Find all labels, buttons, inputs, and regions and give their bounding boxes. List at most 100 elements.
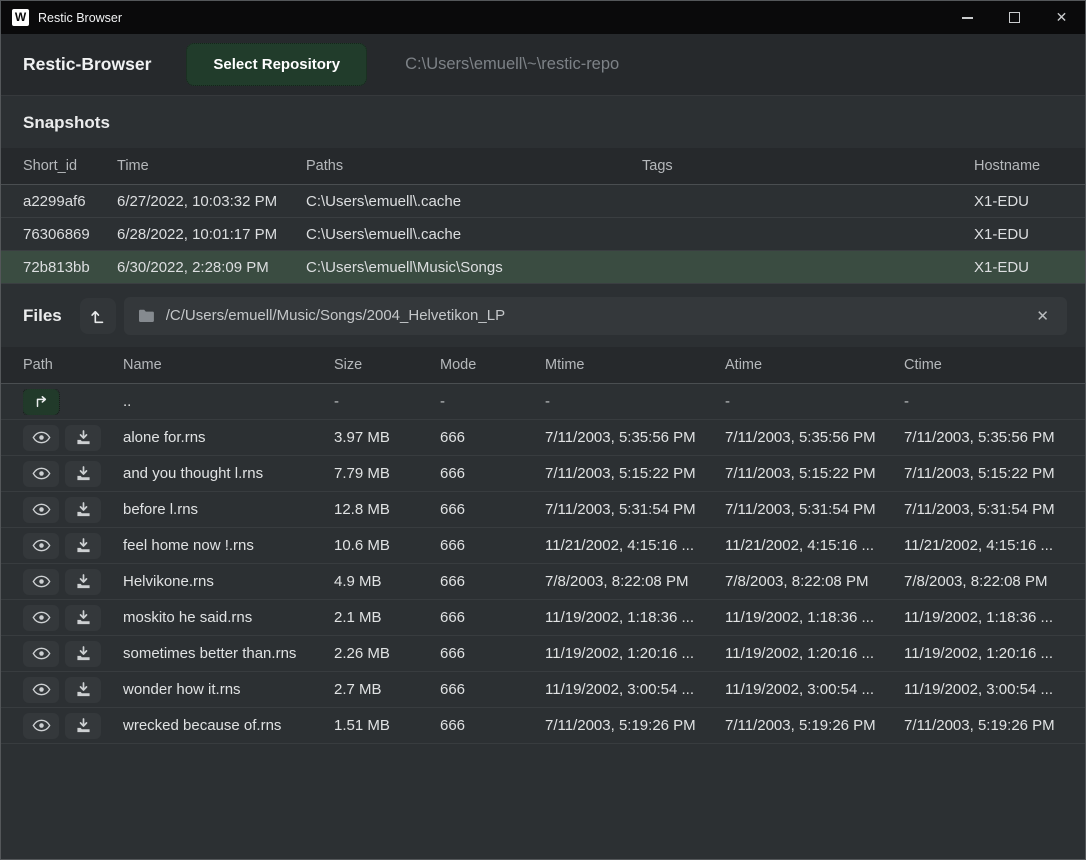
file-row: wrecked because of.rns 1.51 MB 666 7/11/… <box>1 708 1085 744</box>
preview-file-button[interactable] <box>23 713 59 739</box>
preview-file-button[interactable] <box>23 605 59 631</box>
file-atime: 11/21/2002, 4:15:16 ... <box>725 537 904 554</box>
eye-icon <box>32 467 51 480</box>
preview-file-button[interactable] <box>23 533 59 559</box>
file-mtime: 7/11/2003, 5:31:54 PM <box>545 501 725 518</box>
level-up-icon <box>89 307 107 325</box>
download-icon <box>76 430 91 445</box>
download-file-button[interactable] <box>65 641 101 667</box>
preview-file-button[interactable] <box>23 497 59 523</box>
preview-file-button[interactable] <box>23 425 59 451</box>
eye-icon <box>32 719 51 732</box>
file-ctime: 7/8/2003, 8:22:08 PM <box>904 573 1085 590</box>
file-size: 3.97 MB <box>334 429 440 446</box>
download-file-button[interactable] <box>65 713 101 739</box>
file-row: feel home now !.rns 10.6 MB 666 11/21/20… <box>1 528 1085 564</box>
file-mode: 666 <box>440 681 545 698</box>
file-row: and you thought l.rns 7.79 MB 666 7/11/2… <box>1 456 1085 492</box>
col-atime: Atime <box>725 357 904 373</box>
col-tags: Tags <box>642 158 974 174</box>
file-name: sometimes better than.rns <box>123 645 334 662</box>
preview-file-button[interactable] <box>23 641 59 667</box>
file-mtime: 11/19/2002, 3:00:54 ... <box>545 681 725 698</box>
parent-size: - <box>334 393 440 410</box>
snapshot-row[interactable]: 76306869 6/28/2022, 10:01:17 PM C:\Users… <box>1 218 1085 251</box>
preview-file-button[interactable] <box>23 569 59 595</box>
minimize-button[interactable] <box>944 1 991 34</box>
file-ctime: 11/19/2002, 1:20:16 ... <box>904 645 1085 662</box>
file-mode: 666 <box>440 501 545 518</box>
file-row: wonder how it.rns 2.7 MB 666 11/19/2002,… <box>1 672 1085 708</box>
file-atime: 7/11/2003, 5:35:56 PM <box>725 429 904 446</box>
download-file-button[interactable] <box>65 497 101 523</box>
file-name: wrecked because of.rns <box>123 717 334 734</box>
col-ctime: Ctime <box>904 357 1085 373</box>
close-icon: ✕ <box>1056 9 1068 26</box>
app-logo-icon: W <box>12 9 29 26</box>
file-mode: 666 <box>440 465 545 482</box>
eye-icon <box>32 431 51 444</box>
snapshot-time: 6/28/2022, 10:01:17 PM <box>117 226 306 243</box>
files-table-header: Path Name Size Mode Mtime Atime Ctime <box>1 347 1085 384</box>
header: Restic-Browser Select Repository C:\User… <box>1 34 1085 96</box>
file-size: 2.1 MB <box>334 609 440 626</box>
file-mode: 666 <box>440 717 545 734</box>
download-file-button[interactable] <box>65 461 101 487</box>
download-icon <box>76 682 91 697</box>
minimize-icon <box>962 17 973 19</box>
download-file-button[interactable] <box>65 605 101 631</box>
file-name: before l.rns <box>123 501 334 518</box>
current-path-bar[interactable]: /C/Users/emuell/Music/Songs/2004_Helveti… <box>124 297 1067 335</box>
file-mode: 666 <box>440 609 545 626</box>
close-button[interactable]: ✕ <box>1038 1 1085 34</box>
file-ctime: 11/19/2002, 1:18:36 ... <box>904 609 1085 626</box>
download-file-button[interactable] <box>65 533 101 559</box>
eye-icon <box>32 647 51 660</box>
level-up-button[interactable] <box>80 298 116 334</box>
snapshots-heading: Snapshots <box>1 96 1085 148</box>
go-parent-directory-button[interactable] <box>23 389 59 415</box>
file-mode: 666 <box>440 429 545 446</box>
snapshot-short-id: 72b813bb <box>23 259 117 276</box>
file-name: moskito he said.rns <box>123 609 334 626</box>
snapshot-hostname: X1-EDU <box>974 259 1085 276</box>
file-name: and you thought l.rns <box>123 465 334 482</box>
file-name: wonder how it.rns <box>123 681 334 698</box>
file-ctime: 7/11/2003, 5:19:26 PM <box>904 717 1085 734</box>
preview-file-button[interactable] <box>23 461 59 487</box>
clear-path-button[interactable]: ✕ <box>1032 305 1053 327</box>
snapshot-row[interactable]: a2299af6 6/27/2022, 10:03:32 PM C:\Users… <box>1 185 1085 218</box>
eye-icon <box>32 611 51 624</box>
file-atime: 7/11/2003, 5:31:54 PM <box>725 501 904 518</box>
preview-file-button[interactable] <box>23 677 59 703</box>
download-file-button[interactable] <box>65 677 101 703</box>
snapshot-time: 6/27/2022, 10:03:32 PM <box>117 193 306 210</box>
file-mtime: 7/8/2003, 8:22:08 PM <box>545 573 725 590</box>
eye-icon <box>32 575 51 588</box>
maximize-button[interactable] <box>991 1 1038 34</box>
file-row: alone for.rns 3.97 MB 666 7/11/2003, 5:3… <box>1 420 1085 456</box>
window-title: Restic Browser <box>38 11 122 25</box>
snapshot-row[interactable]: 72b813bb 6/30/2022, 2:28:09 PM C:\Users\… <box>1 251 1085 284</box>
parent-directory-row: .. - - - - - <box>1 384 1085 420</box>
file-name: Helvikone.rns <box>123 573 334 590</box>
download-file-button[interactable] <box>65 569 101 595</box>
col-name: Name <box>123 357 334 373</box>
file-row: sometimes better than.rns 2.26 MB 666 11… <box>1 636 1085 672</box>
file-atime: 11/19/2002, 1:18:36 ... <box>725 609 904 626</box>
files-bar: Files /C/Users/emuell/Music/Songs/2004_H… <box>1 284 1085 347</box>
file-atime: 11/19/2002, 3:00:54 ... <box>725 681 904 698</box>
select-repository-button[interactable]: Select Repository <box>186 43 367 86</box>
file-atime: 7/11/2003, 5:15:22 PM <box>725 465 904 482</box>
file-size: 12.8 MB <box>334 501 440 518</box>
files-table-body: alone for.rns 3.97 MB 666 7/11/2003, 5:3… <box>1 420 1085 744</box>
col-path: Path <box>23 357 123 373</box>
file-atime: 11/19/2002, 1:20:16 ... <box>725 645 904 662</box>
snapshot-time: 6/30/2022, 2:28:09 PM <box>117 259 306 276</box>
parent-directory-name: .. <box>123 393 334 410</box>
file-mtime: 11/19/2002, 1:18:36 ... <box>545 609 725 626</box>
download-file-button[interactable] <box>65 425 101 451</box>
col-hostname: Hostname <box>974 158 1085 174</box>
folder-icon <box>138 309 155 323</box>
eye-icon <box>32 539 51 552</box>
